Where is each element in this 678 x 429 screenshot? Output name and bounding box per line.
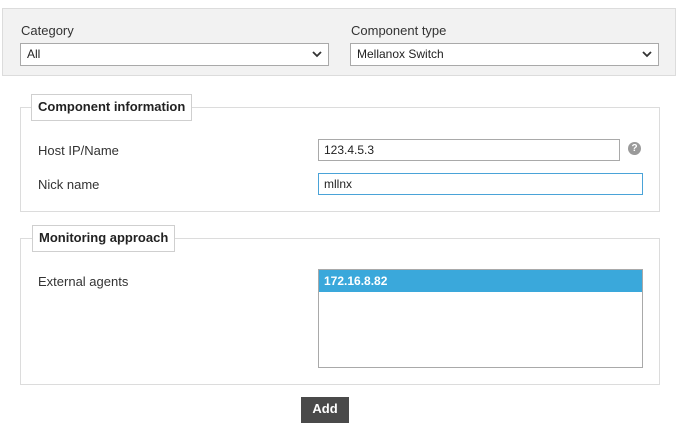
nick-name-input[interactable]: mllnx [318, 173, 643, 195]
external-agents-listbox[interactable]: 172.16.8.82 [318, 269, 643, 368]
category-label: Category [21, 23, 74, 38]
host-input[interactable]: 123.4.5.3 [318, 139, 620, 161]
list-item[interactable]: 172.16.8.82 [319, 270, 642, 292]
component-type-select[interactable]: Mellanox Switch [350, 43, 659, 66]
host-label: Host IP/Name [38, 143, 119, 158]
chevron-down-icon [642, 51, 652, 58]
category-select[interactable]: All [20, 43, 329, 66]
nick-name-label: Nick name [38, 177, 100, 192]
category-value: All [27, 47, 41, 61]
help-icon[interactable]: ? [628, 142, 641, 155]
component-type-label: Component type [351, 23, 447, 38]
filter-bar: Category All Component type Mellanox Swi… [2, 8, 676, 76]
component-type-value: Mellanox Switch [357, 47, 444, 61]
chevron-down-icon [312, 51, 322, 58]
monitoring-legend: Monitoring approach [32, 225, 176, 252]
component-info-legend: Component information [31, 94, 193, 121]
external-agents-label: External agents [38, 274, 129, 289]
add-button[interactable]: Add [301, 397, 349, 423]
